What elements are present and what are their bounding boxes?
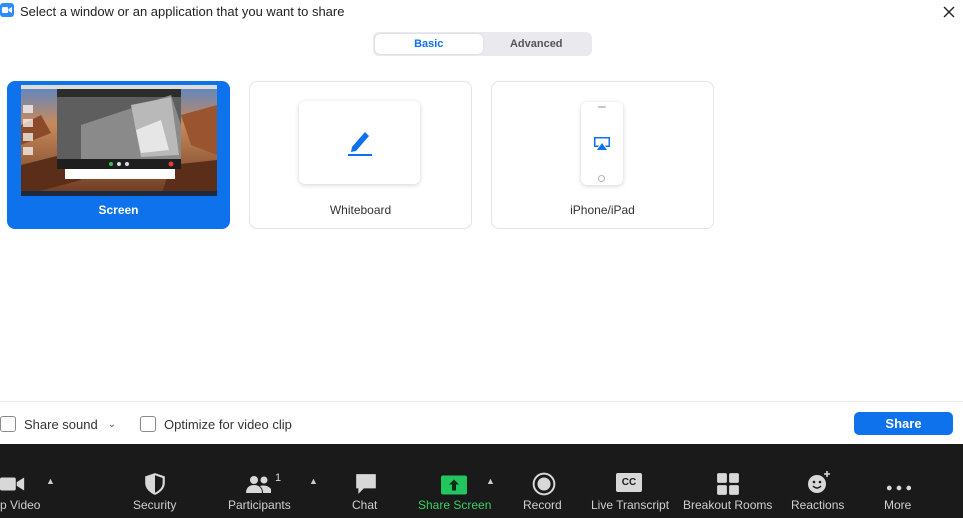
meeting-toolbar: p Video ▲ Security 1 Participants ▲ Chat… (0, 444, 963, 518)
participants-icon (246, 476, 271, 493)
share-sound-checkbox[interactable] (0, 416, 16, 432)
toolbar-share-screen-label: Share Screen (418, 498, 492, 512)
optimize-video-checkbox[interactable] (140, 416, 156, 432)
toolbar-live-transcript-button[interactable]: CC Live Transcript (588, 444, 670, 518)
video-options-caret-icon[interactable]: ▲ (46, 476, 55, 486)
toolbar-participants-label: Participants (228, 498, 291, 512)
breakout-rooms-icon (717, 473, 739, 495)
options-divider (0, 401, 963, 402)
participants-count-badge: 1 (275, 472, 282, 484)
toolbar-breakout-rooms-label: Breakout Rooms (683, 498, 773, 512)
toolbar-reactions-button[interactable]: Reactions (788, 444, 848, 518)
toolbar-breakout-rooms-button[interactable]: Breakout Rooms (680, 444, 772, 518)
card-label-screen: Screen (98, 203, 139, 217)
participants-options-caret-icon[interactable]: ▲ (309, 476, 318, 486)
share-option-iphone-ipad[interactable]: iPhone/iPad (491, 81, 714, 229)
toolbar-security-button[interactable]: Security (126, 444, 182, 518)
toolbar-participants-button[interactable]: 1 Participants (226, 444, 296, 518)
share-sound-option[interactable]: Share sound ⌄ (0, 416, 116, 432)
optimize-video-option[interactable]: Optimize for video clip (140, 416, 292, 432)
share-option-whiteboard[interactable]: Whiteboard (249, 81, 472, 229)
toolbar-record-button[interactable]: Record (520, 444, 564, 518)
share-screen-icon (441, 475, 467, 495)
whiteboard-tile (299, 101, 420, 184)
toolbar-more-button[interactable]: More (876, 444, 920, 518)
close-icon[interactable] (939, 2, 959, 22)
airplay-icon (594, 137, 610, 150)
toolbar-live-transcript-label: Live Transcript (591, 498, 670, 512)
share-sound-label: Share sound (24, 416, 98, 432)
screen-thumbnail (21, 85, 217, 196)
chat-icon (356, 474, 376, 494)
chevron-down-icon[interactable]: ⌄ (108, 419, 116, 430)
toolbar-reactions-label: Reactions (791, 498, 845, 512)
record-icon (532, 472, 556, 496)
toolbar-video-label: p Video (0, 498, 41, 512)
tab-advanced[interactable]: Advanced (483, 34, 591, 54)
toolbar-chat-button[interactable]: Chat (344, 444, 384, 518)
toolbar-security-label: Security (133, 498, 177, 512)
share-button[interactable]: Share (854, 412, 953, 435)
tab-basic[interactable]: Basic (375, 34, 483, 54)
video-camera-icon (0, 477, 25, 491)
title-bar: Select a window or an application that y… (0, 0, 963, 24)
pencil-icon (348, 132, 372, 156)
card-label-whiteboard: Whiteboard (329, 203, 392, 217)
share-option-screen[interactable]: Screen (7, 81, 230, 229)
share-screen-options-caret-icon[interactable]: ▲ (486, 476, 495, 486)
zoom-app-icon (0, 3, 14, 17)
cc-icon: CC (616, 473, 642, 492)
toolbar-video-button[interactable]: p Video (0, 444, 44, 518)
card-label-iphone-ipad: iPhone/iPad (570, 203, 635, 217)
window-title: Select a window or an application that y… (20, 4, 345, 19)
toolbar-share-screen-button[interactable]: Share Screen (416, 444, 492, 518)
phone-device (581, 102, 623, 185)
share-screen-dialog: Select a window or an application that y… (0, 0, 963, 518)
toolbar-record-label: Record (523, 498, 562, 512)
shield-icon (145, 473, 165, 495)
more-icon (886, 485, 912, 491)
optimize-video-label: Optimize for video clip (164, 416, 292, 432)
share-mode-tabs: Basic Advanced (373, 32, 592, 56)
toolbar-chat-label: Chat (352, 498, 378, 512)
reactions-icon (808, 471, 830, 493)
toolbar-more-label: More (884, 498, 912, 512)
